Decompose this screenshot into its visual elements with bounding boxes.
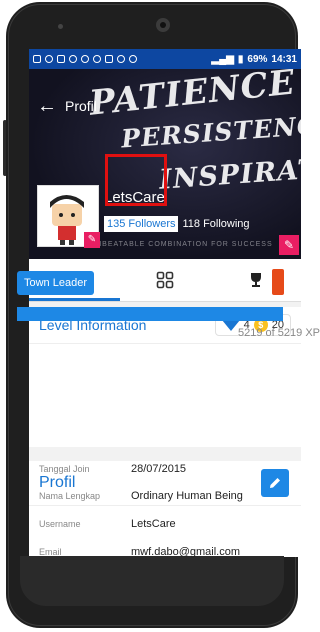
pencil-icon xyxy=(270,478,280,488)
tab-grid[interactable] xyxy=(120,259,211,301)
grid-icon xyxy=(156,271,174,289)
status-bar: ▂▄▆ ▮ 69% 14:31 xyxy=(29,49,301,69)
avatar[interactable]: ✎ xyxy=(37,185,100,248)
phone-chin xyxy=(20,556,284,606)
edit-profile-button[interactable] xyxy=(261,469,289,497)
xp-text: 5219 of 5219 XP xyxy=(238,327,320,339)
info-value: LetsCare xyxy=(131,518,176,530)
signal-icon: ▂▄▆ xyxy=(211,53,234,65)
pinterest-icon xyxy=(93,55,101,63)
battery-level: 69% xyxy=(247,53,268,65)
rank-badge[interactable]: Town Leader xyxy=(17,271,94,295)
battery-icon: ▮ xyxy=(237,53,244,65)
xp-progress-bar xyxy=(17,307,283,321)
alarm-icon xyxy=(117,55,125,63)
info-label: Nama Lengkap xyxy=(39,491,101,501)
location-icon xyxy=(129,55,137,63)
phone-camera xyxy=(156,18,170,32)
info-label: Tanggal Join xyxy=(39,464,90,474)
profil-card: Profil xyxy=(29,461,301,557)
message-icon xyxy=(105,55,113,63)
info-row-full-name: Nama Lengkap Ordinary Human Being xyxy=(39,490,243,502)
pinterest-icon xyxy=(81,55,89,63)
edit-avatar-icon[interactable]: ✎ xyxy=(84,232,100,248)
tab-achievements[interactable] xyxy=(210,259,301,301)
info-row-email: Email mwf.dabo@gmail.com xyxy=(39,546,240,558)
edit-cover-icon[interactable]: ✎ xyxy=(279,235,299,255)
following-link[interactable]: 118 Following xyxy=(182,218,249,230)
info-label: Email xyxy=(39,547,62,557)
cover-quote-line: INSPIRATION xyxy=(158,149,301,196)
clock: 14:31 xyxy=(271,53,297,65)
follow-stats: 135 Followers 118 Following xyxy=(104,216,250,232)
image-icon xyxy=(57,55,65,63)
headset-icon xyxy=(45,55,53,63)
arrow-left-icon[interactable]: ← xyxy=(37,96,57,116)
info-label: Username xyxy=(39,519,81,529)
info-value: mwf.dabo@gmail.com xyxy=(131,546,240,558)
pinterest-icon xyxy=(69,55,77,63)
app-bar: ← Profil xyxy=(37,96,97,116)
mail-icon xyxy=(33,55,41,63)
highlight-box xyxy=(105,154,167,206)
info-row-username: Username LetsCare xyxy=(39,518,176,530)
info-row-join-date: Tanggal Join 28/07/2015 xyxy=(39,463,186,475)
trophy-icon xyxy=(250,273,261,287)
app-screen: ▂▄▆ ▮ 69% 14:31 PATIENCE PERSISTENCE INS… xyxy=(29,49,301,557)
phone-speaker xyxy=(58,24,63,29)
notification-icons xyxy=(33,55,137,63)
rank-marker xyxy=(272,269,284,295)
followers-link[interactable]: 135 Followers xyxy=(104,216,179,232)
info-value: Ordinary Human Being xyxy=(131,490,243,502)
info-value: 28/07/2015 xyxy=(131,463,187,475)
page-title: Profil xyxy=(65,98,97,114)
